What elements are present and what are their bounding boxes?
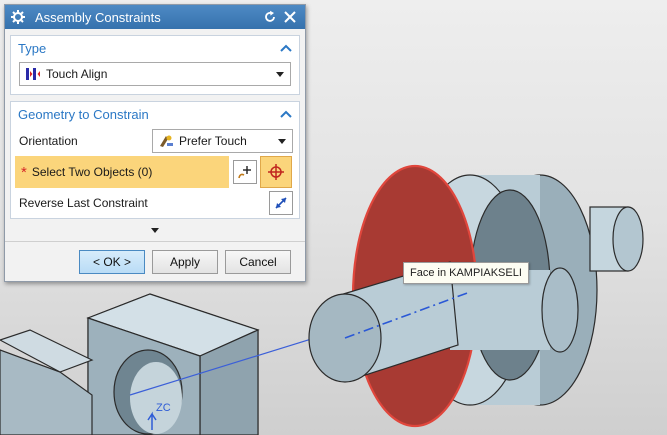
geometry-section-header[interactable]: Geometry to Constrain: [11, 102, 299, 126]
orientation-dropdown[interactable]: Prefer Touch: [152, 129, 293, 153]
zc-axis-label: ZC: [156, 402, 171, 414]
chevron-up-icon[interactable]: [279, 41, 293, 55]
chevron-up-icon[interactable]: [279, 107, 293, 121]
orientation-row: Orientation Prefer Touch: [11, 126, 299, 156]
dialog-titlebar[interactable]: Assembly Constraints: [5, 5, 305, 29]
reverse-row: Reverse Last Constraint: [11, 188, 299, 218]
dialog-button-bar: < OK > Apply Cancel: [5, 241, 305, 281]
reverse-direction-icon[interactable]: [269, 191, 293, 215]
selection-tooltip: Face in KAMPIAKSELI: [403, 262, 529, 284]
touch-align-icon: [24, 66, 42, 82]
select-objects-row: * Select Two Objects (0): [15, 156, 295, 188]
geometry-section: Geometry to Constrain Orientation Prefer…: [10, 101, 300, 219]
close-icon[interactable]: [281, 8, 299, 26]
ok-button[interactable]: < OK >: [79, 249, 145, 274]
type-section-title: Type: [18, 40, 47, 56]
crosshair-select-icon[interactable]: [260, 156, 292, 188]
reset-icon[interactable]: [261, 8, 279, 26]
orientation-value: Prefer Touch: [179, 134, 247, 148]
geometry-section-title: Geometry to Constrain: [18, 106, 149, 122]
constraint-type-value: Touch Align: [46, 67, 108, 81]
shaft-part[interactable]: [308, 164, 644, 428]
type-section: Type Touch Align: [10, 35, 300, 95]
more-options-toggle[interactable]: [5, 223, 305, 237]
constraint-type-dropdown[interactable]: Touch Align: [19, 62, 291, 86]
apply-button[interactable]: Apply: [152, 249, 218, 274]
block-part[interactable]: [0, 293, 260, 435]
dialog-title: Assembly Constraints: [35, 9, 161, 25]
select-objects-label: Select Two Objects (0): [31, 165, 153, 179]
reverse-constraint-label: Reverse Last Constraint: [19, 196, 148, 210]
add-selection-icon[interactable]: [233, 160, 257, 184]
prefer-touch-icon: [157, 133, 175, 149]
chevron-down-icon: [278, 138, 286, 144]
type-section-header[interactable]: Type: [11, 36, 299, 60]
required-marker: *: [21, 163, 27, 181]
select-two-objects[interactable]: * Select Two Objects (0): [15, 156, 229, 188]
chevron-down-icon: [151, 227, 159, 233]
cancel-button[interactable]: Cancel: [225, 249, 291, 274]
assembly-constraints-dialog: Assembly Constraints Type Touch Align Ge…: [4, 4, 306, 282]
chevron-down-icon: [276, 71, 284, 77]
orientation-label: Orientation: [19, 134, 78, 148]
gear-icon: [11, 10, 25, 24]
